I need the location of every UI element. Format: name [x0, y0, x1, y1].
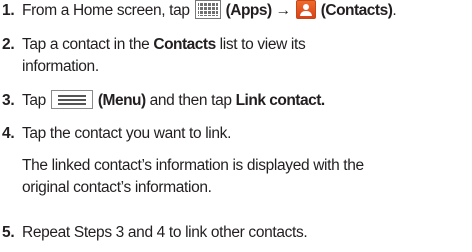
step-text-part: Repeat Steps 3 and 4 to link other conta…: [22, 224, 308, 241]
contacts-person-icon: [295, 0, 316, 19]
step-number: 2.: [2, 36, 15, 53]
step-text-part: Tap the contact you want to link.: [22, 125, 232, 142]
arrow-text: →: [271, 2, 295, 19]
step-text: Tap a contact in the Contacts list to vi…: [22, 34, 472, 78]
step-text-part: Tap a contact in the: [22, 36, 154, 53]
step-text: Tap (Menu) and then tap Link contact.: [22, 90, 472, 112]
step-note: The linked contact’s information is disp…: [22, 157, 364, 174]
step-text-part: Tap: [22, 92, 50, 109]
link-contact-label: Link contact.: [235, 92, 326, 109]
step-note: original contact’s information.: [22, 179, 212, 196]
step-text-part: From a Home screen, tap: [22, 2, 194, 19]
apps-grid-icon: [194, 0, 221, 19]
step-text-part: information.: [22, 58, 99, 75]
step-text-part: .: [392, 2, 397, 19]
step-text-part: and then tap: [145, 92, 236, 109]
step-text: From a Home screen, tap (Apps) → (Contac…: [22, 0, 472, 22]
contacts-list-label: Contacts: [153, 36, 216, 53]
step-number: 1.: [2, 2, 15, 19]
step-number: 4.: [2, 125, 15, 142]
menu-label: (Menu): [97, 92, 146, 109]
contacts-label: (Contacts): [320, 2, 393, 19]
apps-label: (Apps): [225, 2, 273, 19]
step-text-part: list to view its: [215, 36, 306, 53]
menu-icon: [50, 90, 93, 109]
step-text: Tap the contact you want to link. The lin…: [22, 123, 472, 199]
step-number: 5.: [2, 224, 15, 241]
step-text: Repeat Steps 3 and 4 to link other conta…: [22, 222, 472, 244]
step-number: 3.: [2, 92, 15, 109]
